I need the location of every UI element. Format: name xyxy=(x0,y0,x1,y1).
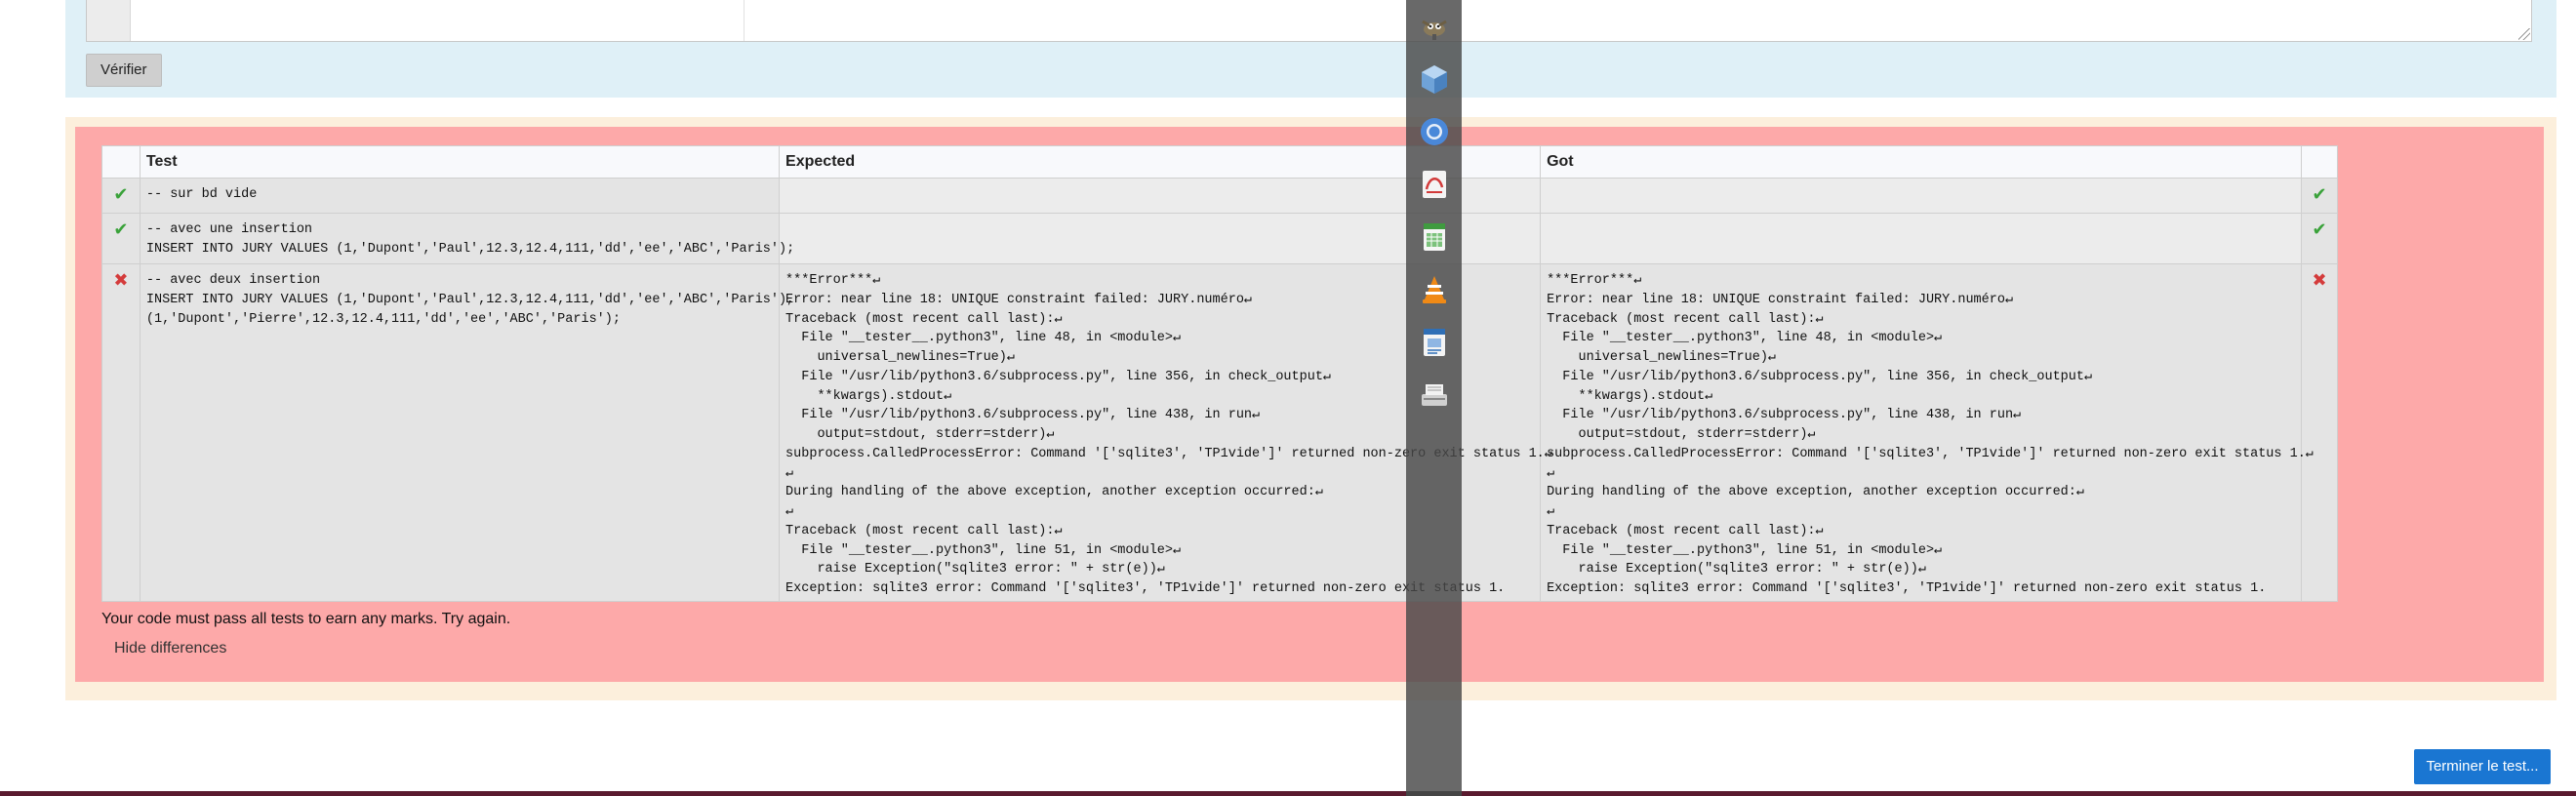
feedback-result-box: Test Expected Got ✔ -- sur bd vide ✔ ✔ -… xyxy=(75,127,2544,682)
spreadsheet-icon[interactable] xyxy=(1418,220,1451,254)
hide-differences-link[interactable]: Hide differences xyxy=(114,640,226,657)
code-editor[interactable] xyxy=(86,0,2532,42)
status-cell: ✖ xyxy=(101,263,141,602)
status-cell: ✔ xyxy=(101,213,141,264)
column-header-test: Test xyxy=(139,145,781,179)
cross-icon: ✖ xyxy=(2312,270,2327,291)
results-table: Test Expected Got ✔ -- sur bd vide ✔ ✔ -… xyxy=(101,145,2338,602)
pdf-viewer-icon[interactable] xyxy=(1418,168,1451,201)
got-cell xyxy=(1540,213,2303,264)
got-cell xyxy=(1540,178,2303,214)
editor-divider xyxy=(744,0,745,41)
resize-handle-icon[interactable] xyxy=(2518,28,2530,40)
check-icon: ✔ xyxy=(2312,184,2327,205)
result-cell: ✔ xyxy=(2301,213,2338,264)
got-output: ***Error***↵ Error: near line 18: UNIQUE… xyxy=(1547,273,2314,596)
table-row: ✔ -- sur bd vide ✔ xyxy=(101,178,2338,214)
result-cell: ✖ xyxy=(2301,263,2338,602)
test-code: -- avec une insertion INSERT INTO JURY V… xyxy=(145,222,795,257)
result-cell: ✔ xyxy=(2301,178,2338,214)
chromium-icon[interactable] xyxy=(1418,115,1451,148)
gimp-icon[interactable] xyxy=(1418,10,1451,43)
table-header-row: Test Expected Got xyxy=(101,145,2338,179)
column-header-result xyxy=(2301,145,2338,179)
column-header-got: Got xyxy=(1540,145,2303,179)
3d-cube-icon[interactable] xyxy=(1418,62,1451,96)
test-cell: -- sur bd vide xyxy=(139,178,781,214)
got-cell: ***Error***↵ Error: near line 18: UNIQUE… xyxy=(1540,263,2314,602)
presentation-icon[interactable] xyxy=(1418,326,1451,359)
bottom-border xyxy=(0,791,2576,796)
scanner-icon[interactable] xyxy=(1418,378,1451,412)
answer-panel: Vérifier xyxy=(65,0,2556,98)
test-cell: -- avec une insertion INSERT INTO JURY V… xyxy=(139,213,795,264)
finish-test-button[interactable]: Terminer le test... xyxy=(2414,749,2551,784)
check-icon: ✔ xyxy=(113,184,129,205)
feedback-message: Your code must pass all tests to earn an… xyxy=(101,611,511,627)
test-code: -- sur bd vide xyxy=(145,187,258,202)
editor-gutter xyxy=(87,0,131,41)
table-row: ✔ -- avec une insertion INSERT INTO JURY… xyxy=(101,213,2338,264)
cross-icon: ✖ xyxy=(113,270,129,291)
test-cell: -- avec deux insertion INSERT INTO JURY … xyxy=(139,263,795,602)
column-header-status xyxy=(101,145,141,179)
app-dock xyxy=(1406,0,1462,796)
status-cell: ✔ xyxy=(101,178,141,214)
check-button[interactable]: Vérifier xyxy=(86,54,162,87)
feedback-panel: Test Expected Got ✔ -- sur bd vide ✔ ✔ -… xyxy=(65,117,2556,700)
check-icon: ✔ xyxy=(113,219,129,240)
table-row: ✖ -- avec deux insertion INSERT INTO JUR… xyxy=(101,263,2338,602)
test-code: -- avec deux insertion INSERT INTO JURY … xyxy=(145,273,795,327)
vlc-icon[interactable] xyxy=(1418,273,1451,306)
check-icon: ✔ xyxy=(2312,219,2327,240)
